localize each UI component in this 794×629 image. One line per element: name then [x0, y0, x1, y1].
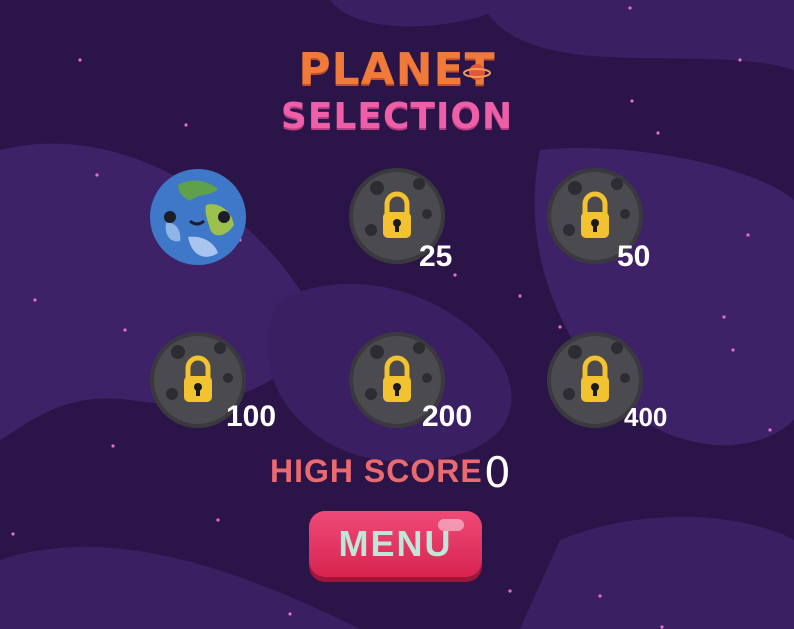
- star-dot: [288, 612, 292, 616]
- star-dot: [453, 273, 457, 277]
- planet-cost: 25: [419, 240, 453, 273]
- planet-cost: 50: [617, 240, 651, 273]
- star-dot: [11, 532, 15, 536]
- title-line-1: PLANET: [298, 44, 496, 95]
- star-dot: [508, 589, 512, 593]
- star-dot: [33, 298, 37, 302]
- star-dot: [660, 625, 664, 629]
- planet-cost: 400: [624, 402, 668, 432]
- star-dot: [722, 315, 726, 319]
- star-dot: [731, 348, 735, 352]
- star-dot: [598, 594, 602, 598]
- star-dot: [558, 325, 562, 329]
- planet-cost: 200: [422, 400, 473, 433]
- high-score-label: HIGH SCORE: [270, 453, 483, 489]
- title-line-2: SELECTION: [280, 96, 514, 137]
- star-dot: [746, 233, 750, 237]
- menu-button-label: MENU: [338, 523, 453, 564]
- planet-earth[interactable]: [148, 167, 248, 267]
- ringed-planet-icon: [463, 64, 491, 80]
- star-dot: [518, 294, 522, 298]
- star-dot: [123, 328, 127, 332]
- planet-cost: 100: [226, 400, 277, 433]
- earth-icon: [150, 169, 246, 265]
- star-dot: [216, 518, 220, 522]
- high-score-value: 0: [484, 448, 511, 497]
- star-dot: [628, 6, 632, 10]
- star-dot: [768, 428, 772, 432]
- planet-selection-screen: PLANET SELECTION 25 50 100 200 400 HIGH …: [0, 0, 794, 629]
- star-dot: [95, 173, 99, 177]
- star-dot: [111, 444, 115, 448]
- menu-button[interactable]: MENU: [309, 511, 482, 577]
